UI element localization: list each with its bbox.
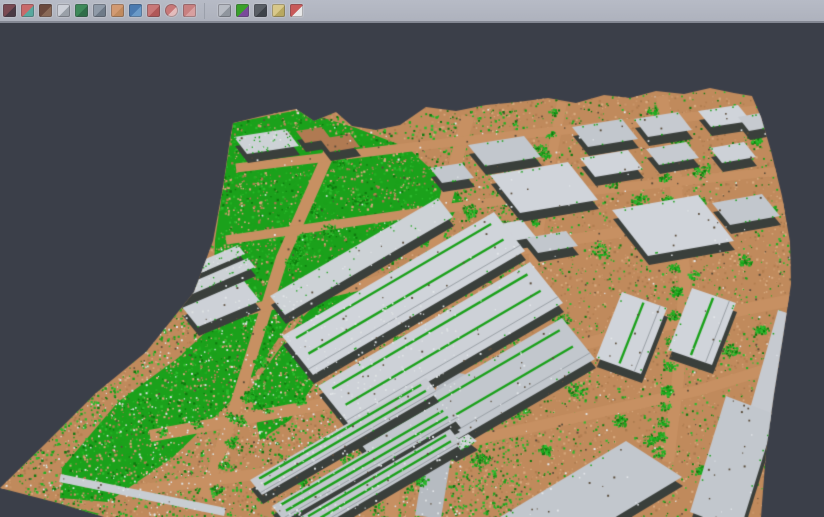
camera-view-icon[interactable] <box>254 4 267 17</box>
terrain-model-icon[interactable] <box>39 4 52 17</box>
target-ring-icon[interactable] <box>165 4 178 17</box>
toolbar-separator <box>204 3 213 19</box>
main-toolbar <box>0 0 824 23</box>
zoom-extents-icon[interactable] <box>183 4 196 17</box>
texture-checker-icon[interactable] <box>218 4 231 17</box>
building-class-icon[interactable] <box>93 4 106 17</box>
application-window <box>0 0 824 517</box>
classify-points-icon[interactable] <box>21 4 34 17</box>
globe-icon[interactable] <box>129 4 142 17</box>
transform-axes-icon[interactable] <box>272 4 285 17</box>
vegetation-class-icon[interactable] <box>75 4 88 17</box>
layers-icon[interactable] <box>147 4 160 17</box>
colormap-icon[interactable] <box>236 4 249 17</box>
viewport-3d-point-cloud[interactable] <box>0 25 824 517</box>
dataset-points-icon[interactable] <box>3 4 16 17</box>
classification-flag-icon[interactable] <box>290 4 303 17</box>
ground-class-icon[interactable] <box>111 4 124 17</box>
sparse-points-icon[interactable] <box>57 4 70 17</box>
